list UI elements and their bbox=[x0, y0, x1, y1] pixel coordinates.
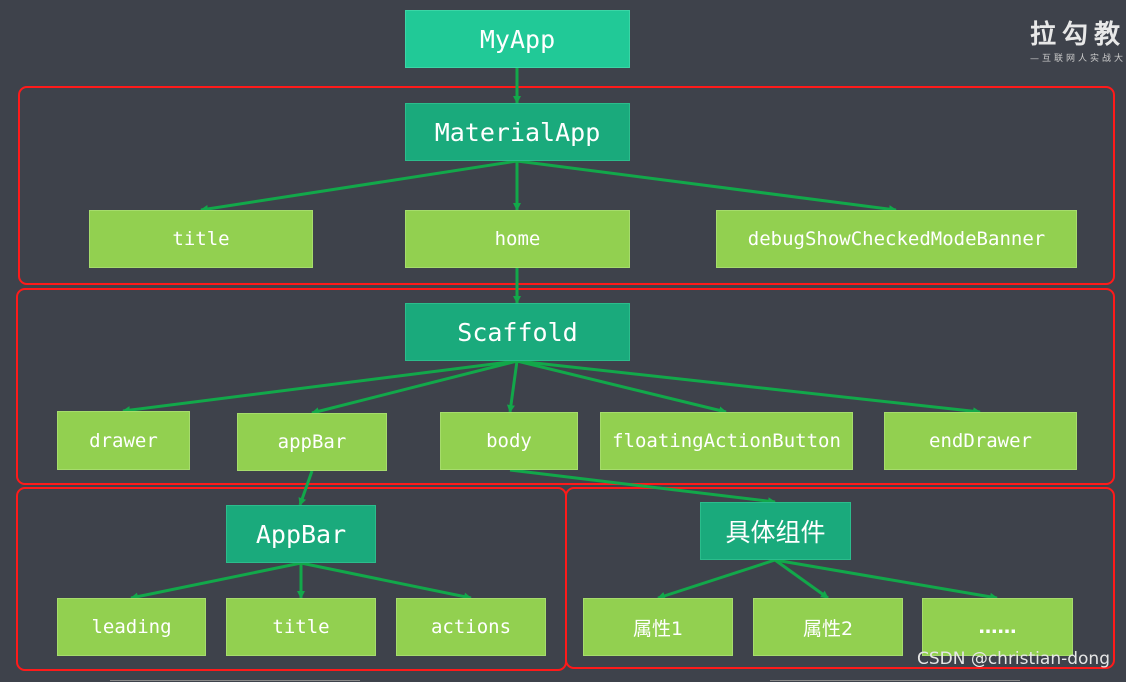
node-more: …… bbox=[922, 598, 1073, 656]
watermark: CSDN @christian-dong bbox=[916, 649, 1110, 669]
connector-arrow bbox=[516, 359, 727, 415]
divider-right bbox=[770, 680, 1020, 681]
node-title: title bbox=[89, 210, 313, 268]
node-enddrawer: endDrawer bbox=[884, 412, 1077, 470]
connector-arrow bbox=[509, 468, 776, 506]
node-fab: floatingActionButton bbox=[600, 412, 853, 470]
node-drawer: drawer bbox=[57, 411, 190, 470]
connector-arrow bbox=[506, 360, 519, 413]
node-myapp: MyApp bbox=[405, 10, 630, 68]
connector-arrow bbox=[298, 470, 314, 506]
logo-text: 拉勾教 bbox=[1030, 20, 1126, 50]
connector-arrow bbox=[311, 359, 518, 416]
connector-arrow bbox=[200, 159, 518, 213]
connector-arrow bbox=[516, 159, 897, 214]
connector-arrow bbox=[130, 561, 302, 601]
logo-tagline: —互联网人实战大 bbox=[1030, 54, 1126, 64]
connector-arrow bbox=[657, 558, 776, 600]
connector-arrow bbox=[300, 561, 472, 601]
node-appbar-title: title bbox=[226, 598, 376, 656]
node-attr2: 属性2 bbox=[753, 598, 903, 656]
node-home: home bbox=[405, 210, 630, 268]
node-leading: leading bbox=[57, 598, 206, 656]
node-actions: actions bbox=[396, 598, 546, 656]
connector-arrow bbox=[516, 359, 981, 416]
logo: 拉勾教 —互联网人实战大 bbox=[1030, 14, 1126, 64]
connector-arrow bbox=[122, 359, 518, 415]
node-scaffold: Scaffold bbox=[405, 303, 630, 361]
node-appbar-prop: appBar bbox=[237, 413, 387, 471]
node-attr1: 属性1 bbox=[583, 598, 733, 656]
divider-left bbox=[110, 680, 360, 681]
node-body: body bbox=[440, 412, 578, 470]
connector-arrow bbox=[774, 558, 998, 601]
node-component: 具体组件 bbox=[700, 502, 851, 560]
node-appbar: AppBar bbox=[226, 505, 376, 563]
node-debug-banner: debugShowCheckedModeBanner bbox=[716, 210, 1077, 268]
node-materialapp: MaterialApp bbox=[405, 103, 630, 161]
